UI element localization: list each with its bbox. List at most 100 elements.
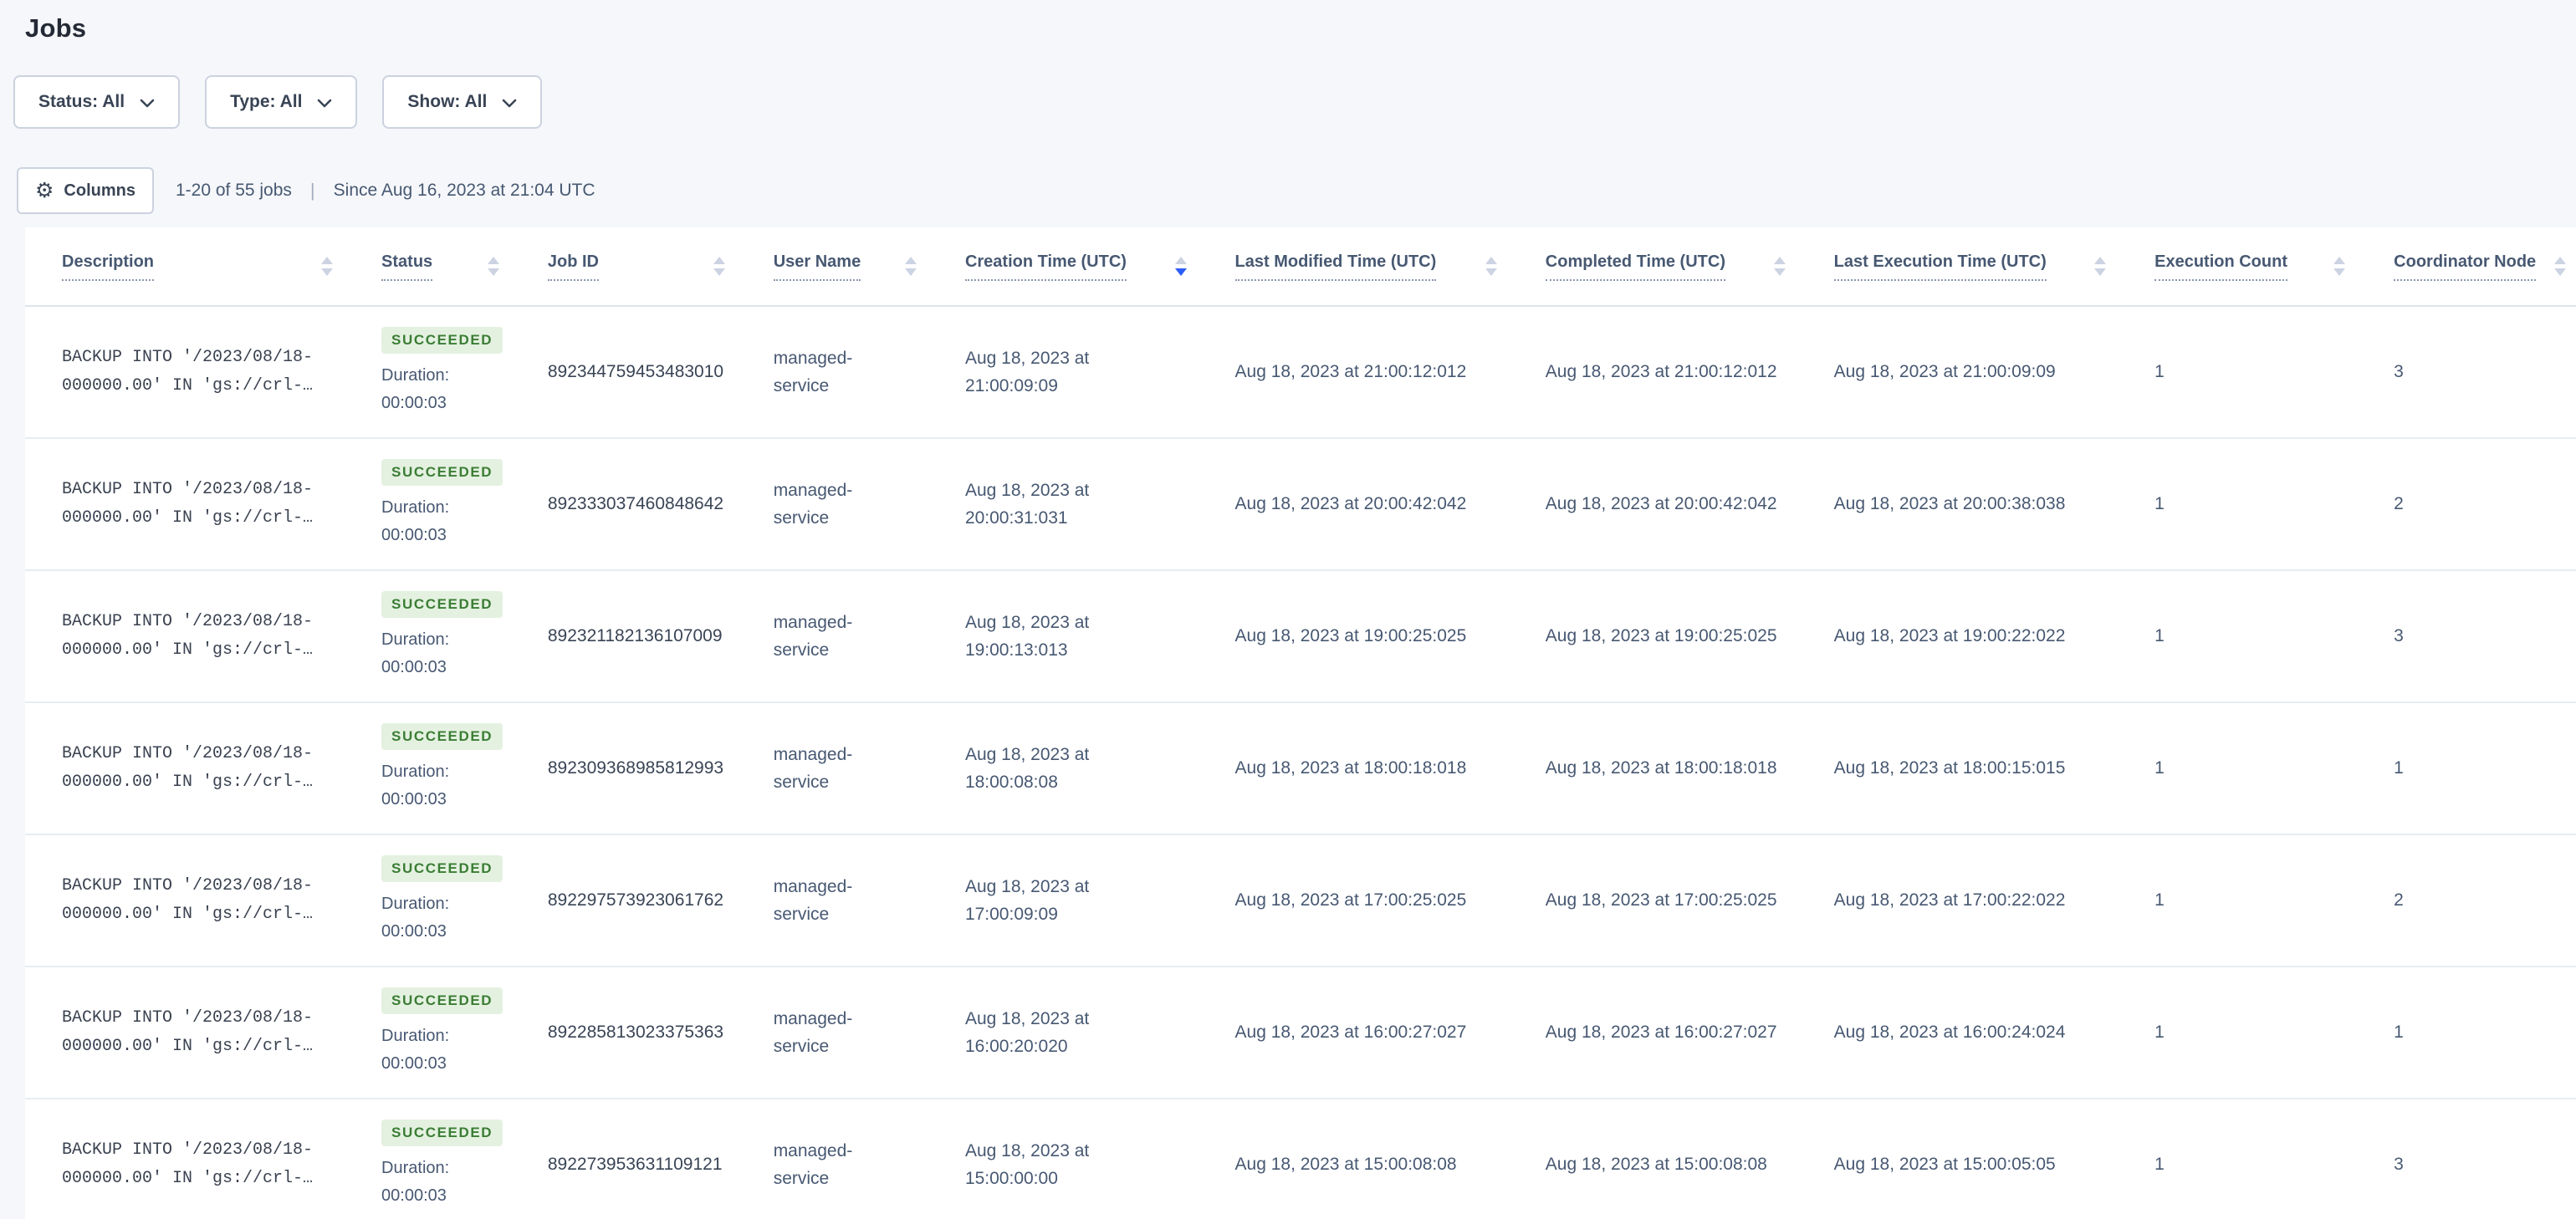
- sort-asc-icon[interactable]: [1773, 257, 1786, 264]
- column-header[interactable]: Coordinator Node: [2394, 227, 2576, 307]
- show-filter-label: Show: All: [407, 92, 488, 111]
- status-cell: SUCCEEDED Duration: 00:00:03: [381, 834, 548, 967]
- creation-time-cell: Aug 18, 2023 at 17:00:09:09: [964, 834, 1235, 967]
- sort-asc-icon[interactable]: [2554, 257, 2566, 264]
- status-badge: SUCCEEDED: [381, 459, 503, 486]
- column-header[interactable]: Last Modified Time (UTC): [1234, 227, 1546, 307]
- columns-button[interactable]: ⚙ Columns: [17, 167, 154, 214]
- sort-asc-icon[interactable]: [2333, 257, 2346, 264]
- coordinator-node-cell: 3: [2394, 306, 2576, 439]
- status-cell: SUCCEEDED Duration: 00:00:03: [381, 702, 548, 835]
- sort-desc-icon[interactable]: [1773, 268, 1786, 276]
- creation-time-cell: Aug 18, 2023 at 20:00:31:031: [964, 438, 1235, 571]
- table-row: BACKUP INTO '/2023/08/18- 000000.00' IN …: [25, 967, 2576, 1099]
- sort-icons[interactable]: [1773, 257, 1786, 276]
- description-cell: BACKUP INTO '/2023/08/18- 000000.00' IN …: [25, 438, 382, 571]
- status-cell: SUCCEEDED Duration: 00:00:03: [381, 438, 548, 571]
- coordinator-node-cell: 3: [2394, 1099, 2576, 1219]
- sort-desc-icon[interactable]: [1485, 268, 1497, 276]
- sort-desc-icon[interactable]: [1174, 268, 1187, 276]
- status-cell: SUCCEEDED Duration: 00:00:03: [381, 306, 548, 439]
- user-name-cell: managed-service: [773, 1099, 965, 1219]
- sort-icons[interactable]: [321, 257, 334, 276]
- coordinator-node-cell: 1: [2394, 967, 2576, 1099]
- status-filter-label: Status: All: [38, 92, 125, 111]
- sort-desc-icon[interactable]: [904, 268, 917, 276]
- status-cell: SUCCEEDED Duration: 00:00:03: [381, 967, 548, 1099]
- column-header-label[interactable]: Status: [381, 252, 433, 281]
- column-header[interactable]: Creation Time (UTC): [964, 227, 1235, 307]
- sort-icons[interactable]: [1174, 257, 1187, 276]
- column-header-label[interactable]: Completed Time (UTC): [1545, 252, 1725, 281]
- status-badge: SUCCEEDED: [381, 987, 503, 1014]
- sort-desc-icon[interactable]: [2333, 268, 2346, 276]
- sort-asc-icon[interactable]: [321, 257, 334, 264]
- duration-text: Duration: 00:00:03: [381, 1027, 450, 1073]
- execution-count-cell: 1: [2154, 834, 2395, 967]
- status-cell: SUCCEEDED Duration: 00:00:03: [381, 1099, 548, 1219]
- column-header[interactable]: Last Execution Time (UTC): [1833, 227, 2155, 307]
- last-execution-time-cell: Aug 18, 2023 at 21:00:09:09: [1833, 306, 2155, 439]
- jobs-table: Description Status Job ID User Name Crea…: [25, 227, 2576, 1219]
- column-header[interactable]: User Name: [773, 227, 965, 307]
- completed-time-cell: Aug 18, 2023 at 20:00:42:042: [1545, 438, 1834, 571]
- job-id-cell: 892321182136107009: [547, 570, 774, 703]
- sort-desc-icon[interactable]: [487, 268, 499, 276]
- sort-icons[interactable]: [2094, 257, 2107, 276]
- job-description: BACKUP INTO '/2023/08/18- 000000.00' IN …: [62, 480, 314, 528]
- page-title: Jobs: [25, 13, 87, 43]
- table-body: BACKUP INTO '/2023/08/18- 000000.00' IN …: [25, 306, 2576, 1219]
- table-row: BACKUP INTO '/2023/08/18- 000000.00' IN …: [25, 306, 2576, 439]
- sort-icons[interactable]: [1485, 257, 1497, 276]
- status-badge: SUCCEEDED: [381, 723, 503, 750]
- job-id-cell: 892285813023375363: [547, 967, 774, 1099]
- completed-time-cell: Aug 18, 2023 at 16:00:27:027: [1545, 967, 1834, 1099]
- sort-asc-icon[interactable]: [2094, 257, 2107, 264]
- last-modified-time-cell: Aug 18, 2023 at 18:00:18:018: [1234, 702, 1546, 835]
- sort-asc-icon[interactable]: [1174, 257, 1187, 264]
- last-execution-time-cell: Aug 18, 2023 at 17:00:22:022: [1833, 834, 2155, 967]
- column-header-label[interactable]: Job ID: [547, 252, 599, 281]
- sort-asc-icon[interactable]: [713, 257, 725, 264]
- column-header-label[interactable]: Execution Count: [2154, 252, 2287, 281]
- sort-icons[interactable]: [2554, 257, 2566, 276]
- user-name-cell: managed-service: [773, 834, 965, 967]
- table-toolbar: ⚙ Columns 1-20 of 55 jobs | Since Aug 16…: [17, 167, 595, 214]
- column-header-label[interactable]: User Name: [773, 252, 861, 281]
- sort-asc-icon[interactable]: [904, 257, 917, 264]
- duration-text: Duration: 00:00:03: [381, 498, 450, 544]
- creation-time-cell: Aug 18, 2023 at 21:00:09:09: [964, 306, 1235, 439]
- user-name-cell: managed-service: [773, 306, 965, 439]
- sort-desc-icon[interactable]: [2554, 268, 2566, 276]
- column-header-label[interactable]: Creation Time (UTC): [964, 252, 1127, 281]
- results-range-text: 1-20 of 55 jobs: [175, 181, 292, 200]
- sort-icons[interactable]: [2333, 257, 2346, 276]
- sort-desc-icon[interactable]: [713, 268, 725, 276]
- column-header-label[interactable]: Last Modified Time (UTC): [1234, 252, 1437, 281]
- column-header-label[interactable]: Description: [62, 252, 155, 281]
- table-header-row: Description Status Job ID User Name Crea…: [25, 227, 2576, 307]
- column-header[interactable]: Completed Time (UTC): [1545, 227, 1834, 307]
- column-header-label[interactable]: Last Execution Time (UTC): [1833, 252, 2047, 281]
- sort-icons[interactable]: [487, 257, 499, 276]
- table-row: BACKUP INTO '/2023/08/18- 000000.00' IN …: [25, 438, 2576, 571]
- status-cell: SUCCEEDED Duration: 00:00:03: [381, 570, 548, 703]
- sort-asc-icon[interactable]: [487, 257, 499, 264]
- sort-desc-icon[interactable]: [2094, 268, 2107, 276]
- job-description: BACKUP INTO '/2023/08/18- 000000.00' IN …: [62, 744, 314, 792]
- type-filter-dropdown[interactable]: Type: All: [205, 75, 358, 129]
- job-id-cell: 892344759453483010: [547, 306, 774, 439]
- sort-icons[interactable]: [713, 257, 725, 276]
- sort-desc-icon[interactable]: [321, 268, 334, 276]
- user-name-cell: managed-service: [773, 967, 965, 1099]
- column-header[interactable]: Execution Count: [2154, 227, 2395, 307]
- status-filter-dropdown[interactable]: Status: All: [13, 75, 181, 129]
- sort-icons[interactable]: [904, 257, 917, 276]
- column-header[interactable]: Description: [25, 227, 382, 307]
- column-header[interactable]: Job ID: [547, 227, 774, 307]
- show-filter-dropdown[interactable]: Show: All: [382, 75, 543, 129]
- completed-time-cell: Aug 18, 2023 at 21:00:12:012: [1545, 306, 1834, 439]
- column-header-label[interactable]: Coordinator Node: [2394, 252, 2537, 281]
- column-header[interactable]: Status: [381, 227, 548, 307]
- sort-asc-icon[interactable]: [1485, 257, 1497, 264]
